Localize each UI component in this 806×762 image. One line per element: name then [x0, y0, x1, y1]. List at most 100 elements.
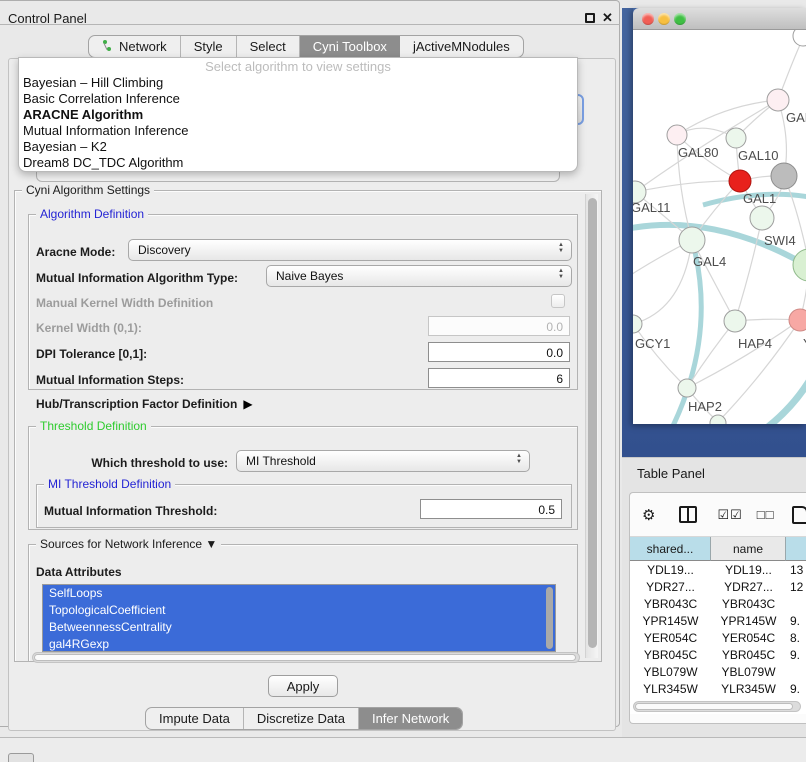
node-top-partial[interactable] [793, 30, 806, 46]
aracne-mode-combobox[interactable]: Discovery ▲▼ [128, 239, 572, 261]
node-salmon[interactable] [789, 309, 806, 331]
table-cell[interactable]: YBR043C [630, 595, 711, 612]
column-header[interactable]: shared... [630, 537, 711, 561]
table-cell[interactable] [786, 663, 806, 680]
close-traffic-light[interactable] [642, 13, 654, 25]
table-cell[interactable] [786, 595, 806, 612]
node-hap2[interactable] [678, 379, 696, 397]
table-cell[interactable]: YBL079W [630, 663, 711, 680]
table-row[interactable]: YBR043CYBR043C [630, 595, 806, 612]
settings-vertical-scrollbar[interactable] [585, 194, 598, 658]
apply-button[interactable]: Apply [268, 675, 338, 697]
algorithm-option[interactable]: Dream8 DC_TDC Algorithm [19, 155, 577, 171]
algorithm-option[interactable]: Basic Correlation Inference [19, 91, 577, 107]
tab-discretize-data[interactable]: Discretize Data [244, 708, 359, 729]
tab-cyni-toolbox[interactable]: Cyni Toolbox [300, 36, 400, 57]
algorithm-option[interactable]: Mutual Information Inference [19, 123, 577, 139]
tab-network[interactable]: Network [89, 36, 181, 57]
float-window-icon[interactable] [585, 13, 595, 23]
minimize-traffic-light[interactable] [658, 13, 670, 25]
page-icon[interactable] [792, 506, 806, 524]
network-window-titlebar[interactable] [633, 8, 806, 30]
table-row[interactable]: YBL079WYBL079W [630, 663, 806, 680]
node-swi4-big[interactable] [793, 249, 806, 281]
table-row[interactable]: YDR27...YDR27...12 [630, 578, 806, 595]
split-column-icon[interactable] [679, 506, 697, 523]
table-cell[interactable]: YDL19... [630, 561, 711, 578]
tab-jactivemnodules[interactable]: jActiveMNodules [400, 36, 523, 57]
table-row[interactable]: YBR045CYBR045C9. [630, 646, 806, 663]
node-gal10[interactable] [726, 128, 746, 148]
table-cell[interactable]: YLR345W [630, 680, 711, 697]
checked-columns-icon[interactable]: ☑☑ [717, 507, 742, 523]
node-gcy1[interactable] [633, 315, 642, 333]
tab-label: Cyni Toolbox [313, 39, 387, 54]
table-cell[interactable]: YER054C [711, 629, 786, 646]
settings-gear-icon[interactable]: ⚙ [642, 506, 655, 524]
column-header[interactable]: name [711, 537, 786, 561]
table-cell[interactable]: YBR045C [630, 646, 711, 663]
table-cell[interactable]: 9. [786, 612, 806, 629]
table-cell[interactable]: 13 [786, 561, 806, 578]
algorithm-option[interactable]: Bayesian – Hill Climbing [19, 75, 577, 91]
network-canvas[interactable]: GALGAL80GAL10GAL1GAL11SWI4GAL4GCY1HAP4YH… [633, 30, 806, 424]
tab-impute-data[interactable]: Impute Data [146, 708, 244, 729]
settings-horizontal-scrollbar[interactable] [32, 652, 580, 663]
node-green-mid[interactable] [750, 206, 774, 230]
table-cell[interactable]: YDR27... [711, 578, 786, 595]
mi-threshold-group-title: MI Threshold Definition [44, 477, 175, 491]
node-gal80[interactable] [667, 125, 687, 145]
node-hap4[interactable] [724, 310, 746, 332]
zoom-traffic-light[interactable] [674, 13, 686, 25]
expander-down-icon[interactable]: ▼ [205, 537, 217, 551]
table-row[interactable]: YDL19...YDL19...13 [630, 561, 806, 578]
manual-kernel-checkbox[interactable] [551, 294, 565, 308]
column-header[interactable] [786, 537, 806, 561]
node-gal-pink[interactable] [767, 89, 789, 111]
data-attributes-list[interactable]: SelfLoopsTopologicalCoefficientBetweenne… [42, 584, 556, 652]
table-cell[interactable]: 9. [786, 646, 806, 663]
tab-infer-network[interactable]: Infer Network [359, 708, 462, 729]
mi-steps-field[interactable]: 6 [428, 368, 570, 388]
table-panel-card: ⚙☑☑□□ shared...name YDL19...YDL19...13YD… [629, 492, 806, 724]
mi-type-combobox[interactable]: Naive Bayes ▲▼ [266, 265, 572, 287]
tab-style[interactable]: Style [181, 36, 237, 57]
table-cell[interactable]: YPR145W [630, 612, 711, 629]
table-cell[interactable]: YBR045C [711, 646, 786, 663]
table-row[interactable]: YPR145WYPR145W9. [630, 612, 806, 629]
table-cell[interactable]: 12 [786, 578, 806, 595]
data-attributes-label: Data Attributes [36, 565, 122, 579]
node-gal4[interactable] [679, 227, 705, 253]
node-gray[interactable] [771, 163, 797, 189]
table-cell[interactable]: YBL079W [711, 663, 786, 680]
unchecked-columns-icon[interactable]: □□ [757, 507, 775, 522]
tab-label: Impute Data [159, 711, 230, 726]
table-horizontal-scrollbar[interactable] [633, 701, 801, 712]
data-attribute-item[interactable]: SelfLoops [43, 585, 555, 602]
kernel-width-field[interactable]: 0.0 [428, 316, 570, 336]
table-cell[interactable]: YPR145W [711, 612, 786, 629]
table-cell[interactable]: YBR043C [711, 595, 786, 612]
node-gal1-red[interactable] [729, 170, 751, 192]
data-attribute-item[interactable]: BetweennessCentrality [43, 619, 555, 636]
table-cell[interactable]: 9. [786, 680, 806, 697]
table-cell[interactable]: YLR345W [711, 680, 786, 697]
algorithm-option[interactable]: Bayesian – K2 [19, 139, 577, 155]
table-row[interactable]: YER054CYER054C8. [630, 629, 806, 646]
table-row[interactable]: YLR345WYLR345W9. [630, 680, 806, 697]
which-threshold-combobox[interactable]: MI Threshold ▲▼ [236, 450, 530, 472]
table-cell[interactable]: 8. [786, 629, 806, 646]
hub-definition-expander[interactable]: Hub/Transcription Factor Definition ▶ [36, 397, 253, 411]
mi-threshold-field[interactable]: 0.5 [420, 499, 562, 519]
data-attribute-item[interactable]: gal4RGexp [43, 636, 555, 652]
table-cell[interactable]: YDR27... [630, 578, 711, 595]
dpi-tolerance-field[interactable]: 0.0 [428, 342, 570, 362]
tab-select[interactable]: Select [237, 36, 300, 57]
algorithm-option[interactable]: ARACNE Algorithm [19, 107, 577, 123]
partial-bottom-button[interactable] [8, 753, 34, 762]
table-cell[interactable]: YER054C [630, 629, 711, 646]
table-cell[interactable]: YDL19... [711, 561, 786, 578]
list-vertical-scrollbar[interactable] [546, 587, 553, 649]
close-icon[interactable]: ✕ [602, 10, 613, 26]
data-attribute-item[interactable]: TopologicalCoefficient [43, 602, 555, 619]
